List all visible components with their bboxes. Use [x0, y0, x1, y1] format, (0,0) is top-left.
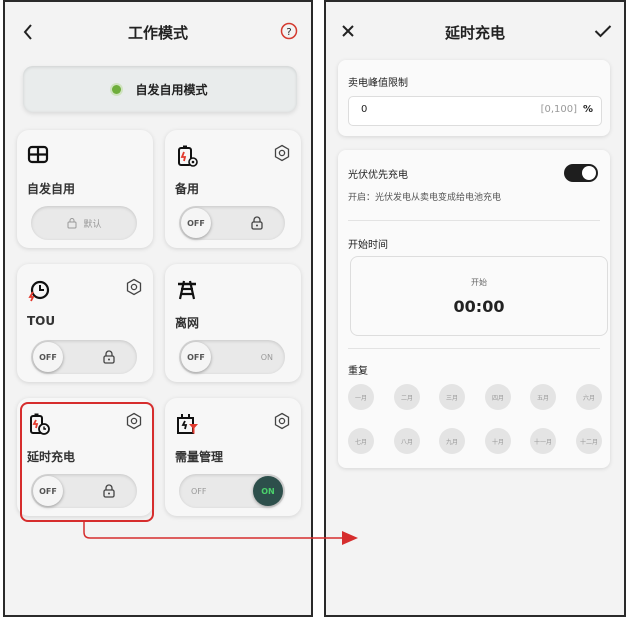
header: 工作模式 ? [5, 2, 311, 64]
settings-gear-icon[interactable] [125, 278, 143, 296]
tile-name: 延时充电 [27, 450, 76, 464]
pv-priority-description: 开启：光伏发电从卖电变成给电池充电 [348, 193, 502, 203]
transmission-tower-icon [175, 278, 199, 302]
pv-priority-toggle[interactable] [564, 164, 598, 182]
mode-tile-backup[interactable]: 备用 OFF [165, 130, 301, 248]
peak-limit-card: 卖电峰值限制 0 [0,100] % [338, 60, 610, 136]
divider [348, 220, 600, 221]
mode-tile-self-use[interactable]: 自发自用 默认 [17, 130, 153, 248]
month-jan[interactable]: 一月 [348, 384, 374, 410]
off-label: OFF [191, 486, 207, 496]
mode-tile-delayed-charging[interactable]: 延时充电 OFF [17, 398, 153, 516]
off-grid-toggle[interactable]: OFF ON [179, 340, 285, 374]
peak-limit-unit: % [582, 104, 593, 115]
default-label: 默认 [83, 219, 102, 230]
page-title: 工作模式 [127, 24, 188, 42]
start-time-picker[interactable]: 开始 00:00 [350, 256, 608, 336]
on-label: ON [260, 352, 273, 362]
header: 延时充电 [326, 2, 624, 64]
start-caption: 开始 [471, 278, 487, 287]
active-mode-button[interactable]: 自发自用模式 [23, 66, 297, 112]
active-mode-label: 自发自用模式 [135, 82, 208, 97]
month-jun[interactable]: 六月 [576, 384, 602, 410]
page-title: 延时充电 [444, 24, 505, 42]
question-circle-icon[interactable]: ? [279, 21, 299, 41]
lock-icon [67, 218, 77, 229]
charging-settings-card: 光伏优先充电 开启：光伏发电从卖电变成给电池充电 开始时间 开始 00:00 重… [338, 150, 610, 468]
toggle-knob: OFF [181, 208, 211, 238]
peak-limit-label: 卖电峰值限制 [348, 78, 408, 89]
backup-toggle[interactable]: OFF [179, 206, 285, 240]
delayed-charging-toggle[interactable]: OFF [31, 474, 137, 508]
demand-management-icon [175, 412, 199, 436]
settings-gear-icon[interactable] [273, 412, 291, 430]
lock-icon [249, 215, 265, 231]
month-may[interactable]: 五月 [530, 384, 556, 410]
grid-icon [27, 144, 51, 168]
toggle-knob: ON [253, 476, 283, 506]
peak-limit-input[interactable]: 0 [0,100] % [348, 96, 602, 126]
month-feb[interactable]: 二月 [394, 384, 420, 410]
tile-name: 备用 [175, 182, 200, 196]
mode-tile-tou[interactable]: TOU OFF [17, 264, 153, 382]
delayed-charging-screen: 延时充电 卖电峰值限制 0 [0,100] % 光伏优先充电 开启：光伏发电从卖… [324, 0, 626, 617]
work-mode-screen: 工作模式 ? 自发自用模式 自发自用 默认 备用 OFF TOU OFF 离网 … [3, 0, 313, 617]
pv-priority-label: 光伏优先充电 [348, 170, 408, 181]
battery-backup-icon [175, 144, 199, 168]
toggle-knob: OFF [181, 342, 211, 372]
month-aug[interactable]: 八月 [394, 428, 420, 454]
month-mar[interactable]: 三月 [439, 384, 465, 410]
peak-limit-range: [0,100] [540, 104, 577, 115]
settings-gear-icon[interactable] [273, 144, 291, 162]
start-time-value: 00:00 [453, 297, 505, 316]
settings-gear-icon[interactable] [125, 412, 143, 430]
battery-clock-icon [27, 412, 51, 436]
lock-icon [101, 349, 117, 365]
tile-name: 需量管理 [175, 450, 224, 464]
tile-name: 自发自用 [27, 182, 76, 196]
month-jul[interactable]: 七月 [348, 428, 374, 454]
tile-name: TOU [27, 314, 56, 328]
month-sep[interactable]: 九月 [439, 428, 465, 454]
lock-icon [101, 483, 117, 499]
peak-limit-value: 0 [361, 104, 368, 115]
month-apr[interactable]: 四月 [485, 384, 511, 410]
tile-name: 离网 [175, 316, 200, 330]
tou-toggle[interactable]: OFF [31, 340, 137, 374]
check-icon[interactable] [592, 21, 614, 41]
toggle-knob: OFF [33, 476, 63, 506]
month-oct[interactable]: 十月 [485, 428, 511, 454]
default-button[interactable]: 默认 [31, 206, 137, 240]
toggle-knob: OFF [33, 342, 63, 372]
mode-tile-demand-management[interactable]: 需量管理 OFF ON [165, 398, 301, 516]
mode-tile-off-grid[interactable]: 离网 OFF ON [165, 264, 301, 382]
month-dec[interactable]: 十二月 [576, 428, 602, 454]
clock-bolt-icon [27, 278, 51, 302]
status-dot [112, 84, 122, 94]
repeat-label: 重复 [348, 366, 368, 377]
month-nov[interactable]: 十一月 [530, 428, 556, 454]
svg-text:?: ? [286, 27, 291, 38]
start-time-section-label: 开始时间 [348, 240, 388, 251]
divider [348, 348, 600, 349]
demand-management-toggle[interactable]: OFF ON [179, 474, 285, 508]
